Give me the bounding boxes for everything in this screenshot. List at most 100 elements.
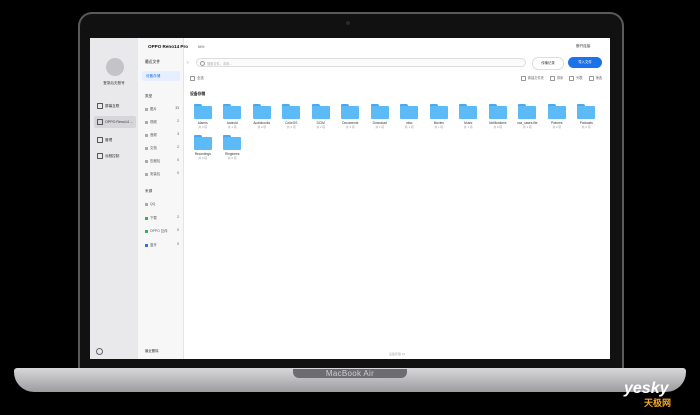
nav-type-apks[interactable]: 安装包 0 bbox=[145, 171, 179, 176]
sort-button[interactable]: 排序 bbox=[549, 75, 563, 81]
folder-item[interactable]: Documents 共 3 项 bbox=[336, 104, 366, 129]
remote-icon bbox=[97, 153, 103, 159]
folder-count: 共 0 项 bbox=[493, 125, 503, 129]
watermark-sub: 天极网 bbox=[644, 398, 672, 408]
select-all-checkbox[interactable]: 全选 bbox=[190, 75, 204, 81]
gear-icon[interactable] bbox=[96, 348, 103, 355]
folder-grid: Alarms 共 0 项 Android 共 1 项 Audiobooks 共 0 项 Co… bbox=[188, 104, 608, 160]
folder-icon bbox=[429, 104, 448, 119]
device-panel: 登录后无账号 屏幕互联 OPPO Reno14 ... 管理 远程控制 bbox=[90, 38, 138, 359]
video-icon bbox=[145, 120, 148, 124]
folder-item[interactable]: Podcasts 共 0 项 bbox=[572, 104, 602, 129]
folder-icon bbox=[193, 104, 212, 119]
screen-icon bbox=[97, 103, 103, 109]
nav-type-video[interactable]: 视频 2 bbox=[145, 119, 179, 124]
section-title: 设备存储 bbox=[190, 92, 206, 96]
nav-recently-deleted[interactable]: 最近删除 bbox=[145, 348, 159, 353]
search-input[interactable]: 搜索文件、手机... bbox=[196, 58, 526, 67]
device-item-manage[interactable]: 管理 bbox=[94, 134, 136, 146]
folder-icon bbox=[223, 135, 242, 150]
folder-icon bbox=[577, 104, 596, 119]
device-item-screen-link[interactable]: 屏幕互联 bbox=[94, 100, 136, 112]
folder-item[interactable]: Audiobooks 共 0 项 bbox=[247, 104, 277, 129]
folder-item[interactable]: Ringtones 共 0 项 bbox=[218, 135, 248, 160]
folder-count: 共 0 项 bbox=[198, 125, 208, 129]
status-footer: 设备存储 16 bbox=[388, 352, 406, 356]
nav-source-bluetooth[interactable]: 蓝牙 0 bbox=[145, 242, 179, 247]
nav-source-qq[interactable]: QQ bbox=[145, 202, 179, 206]
folder-count: 共 1 项 bbox=[404, 125, 414, 129]
list-view-button[interactable]: 列表 bbox=[569, 75, 583, 81]
device-item-remote[interactable]: 远程控制 bbox=[94, 150, 136, 162]
folder-icon bbox=[252, 104, 271, 119]
folder-count: 共 0 项 bbox=[581, 125, 591, 129]
search-placeholder: 搜索文件、手机... bbox=[207, 61, 232, 66]
folder-item[interactable]: oca_cases-file 共 1 项 bbox=[513, 104, 543, 129]
nav-panel: 最近文件 设备存储 类型 图片 33 视频 2 音频 3 文档 2 压缩包 0 安装包 0 … bbox=[138, 38, 184, 359]
folder-icon bbox=[459, 104, 478, 119]
folder-item[interactable]: Android 共 1 项 bbox=[218, 104, 248, 129]
folder-count: 共 1 项 bbox=[463, 125, 473, 129]
folder-count: 共 2 项 bbox=[552, 125, 562, 129]
device-item-label: 管理 bbox=[105, 137, 113, 142]
folder-icon bbox=[518, 104, 537, 119]
nav-source-download[interactable]: 下载 2 bbox=[145, 215, 179, 220]
folder-count: 共 2 项 bbox=[316, 125, 326, 129]
nav-type-archives[interactable]: 压缩包 0 bbox=[145, 158, 179, 163]
folder-item[interactable]: Pictures 共 2 项 bbox=[542, 104, 572, 129]
qq-icon bbox=[145, 202, 148, 206]
nav-source-oppo-share[interactable]: OPPO 互传 0 bbox=[145, 228, 179, 233]
transfer-record-button[interactable]: 传输记录 bbox=[532, 57, 564, 70]
folder-count: 共 1 项 bbox=[375, 125, 385, 129]
search-icon bbox=[200, 61, 205, 66]
filter-button[interactable]: 筛选 bbox=[588, 75, 602, 81]
window-title: OPPO Reno14 Pro bbox=[148, 44, 189, 49]
nav-type-audio[interactable]: 音频 3 bbox=[145, 132, 179, 137]
folder-item[interactable]: Recordings 共 0 项 bbox=[188, 135, 218, 160]
folder-item[interactable]: DCIM 共 2 项 bbox=[306, 104, 336, 129]
avatar[interactable] bbox=[106, 58, 124, 76]
nav-type-images[interactable]: 图片 33 bbox=[145, 106, 179, 111]
folder-icon bbox=[547, 104, 566, 119]
download-icon bbox=[145, 216, 148, 220]
new-folder-button[interactable]: 新建文件夹 bbox=[520, 75, 544, 81]
image-icon bbox=[145, 107, 148, 111]
document-icon bbox=[145, 146, 148, 150]
phone-icon bbox=[97, 119, 103, 125]
import-file-button[interactable]: 导入文件 bbox=[568, 57, 602, 68]
nav-source-section: 来源 bbox=[145, 189, 153, 193]
folder-count: 共 0 项 bbox=[227, 156, 237, 160]
folder-icon bbox=[311, 104, 330, 119]
package-icon bbox=[145, 172, 148, 176]
back-icon[interactable]: ‹ bbox=[187, 60, 189, 66]
folder-item[interactable]: Music 共 1 项 bbox=[454, 104, 484, 129]
folder-item[interactable]: Download 共 1 项 bbox=[365, 104, 395, 129]
main-content: ‹ 搜索文件、手机... 传输记录 导入文件 全选 新建文件夹 排序 列表 筛选… bbox=[184, 38, 610, 359]
audio-icon bbox=[145, 133, 148, 137]
folder-count: 共 1 项 bbox=[434, 125, 444, 129]
folder-count: 共 1 项 bbox=[227, 125, 237, 129]
nav-type-docs[interactable]: 文档 2 bbox=[145, 145, 179, 150]
folder-count: 共 4 项 bbox=[286, 125, 296, 129]
folder-icon bbox=[282, 104, 301, 119]
folder-item[interactable]: ColorOS 共 4 项 bbox=[277, 104, 307, 129]
folder-count: 共 1 项 bbox=[522, 125, 532, 129]
folder-item[interactable]: Notifications 共 0 项 bbox=[483, 104, 513, 129]
archive-icon bbox=[145, 159, 148, 163]
folder-item[interactable]: Movies 共 1 项 bbox=[424, 104, 454, 129]
folder-icon bbox=[193, 135, 212, 150]
nav-recent[interactable]: 最近文件 bbox=[145, 60, 160, 65]
folder-icon bbox=[488, 104, 507, 119]
view-tools: 新建文件夹 排序 列表 筛选 bbox=[520, 75, 602, 81]
camera bbox=[346, 21, 350, 25]
folder-icon bbox=[370, 104, 389, 119]
nav-device-storage[interactable]: 设备存储 bbox=[142, 71, 180, 81]
device-item-phone[interactable]: OPPO Reno14 ... bbox=[94, 116, 136, 128]
laptop-model-label: MacBook Air bbox=[325, 369, 375, 378]
folder-item[interactable]: Alarms 共 0 项 bbox=[188, 104, 218, 129]
app-window: 登录后无账号 屏幕互联 OPPO Reno14 ... 管理 远程控制 最近文件… bbox=[90, 38, 610, 359]
folder-count: 共 0 项 bbox=[257, 125, 267, 129]
device-item-label: 屏幕互联 bbox=[105, 103, 120, 108]
user-name: 登录后无账号 bbox=[103, 81, 125, 85]
folder-item[interactable]: misc 共 1 项 bbox=[395, 104, 425, 129]
